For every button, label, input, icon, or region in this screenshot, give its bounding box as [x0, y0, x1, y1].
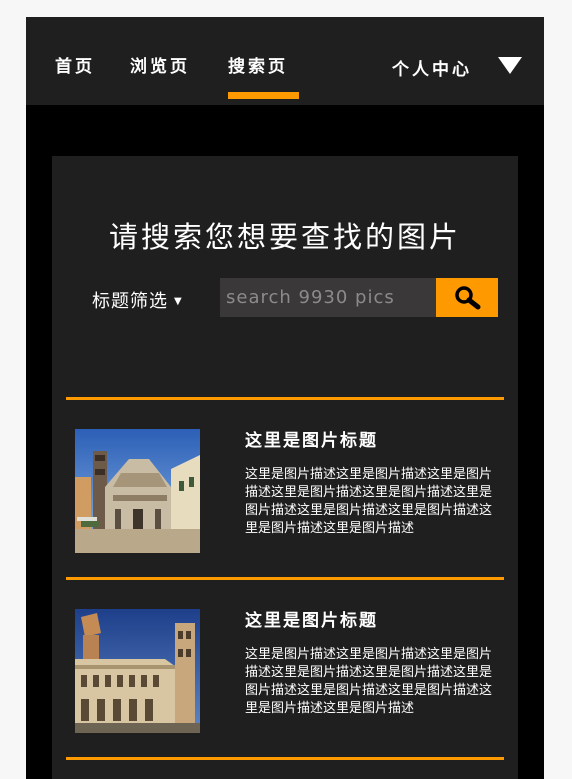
app-frame: 首页 浏览页 搜索页 个人中心 请搜索您想要查找的图片 标题筛选 ▼ searc… [26, 17, 544, 779]
nav-item-browse[interactable]: 浏览页 [130, 52, 190, 77]
user-center-menu[interactable]: 个人中心 [392, 55, 522, 80]
result-divider [66, 757, 504, 760]
result-item[interactable]: 这里是图片标题 这里是图片描述这里是图片描述这里是图片描述这里是图片描述这里是图… [52, 580, 518, 733]
result-thumbnail[interactable] [75, 429, 200, 553]
filter-label: 标题筛选 [92, 291, 168, 312]
result-title[interactable]: 这里是图片标题 [245, 606, 378, 631]
nav-item-search[interactable]: 搜索页 [228, 52, 288, 77]
top-nav: 首页 浏览页 搜索页 个人中心 [26, 17, 544, 105]
magnifier-icon [455, 286, 481, 310]
result-description: 这里是图片描述这里是图片描述这里是图片描述这里是图片描述这里是图片描述这里是图片… [245, 647, 493, 716]
nav-item-home[interactable]: 首页 [55, 52, 95, 77]
result-thumbnail[interactable] [75, 609, 200, 733]
search-button[interactable] [436, 278, 498, 317]
user-center-label: 个人中心 [392, 60, 472, 80]
triangle-down-icon [498, 57, 522, 74]
search-panel: 请搜索您想要查找的图片 标题筛选 ▼ search 9930 pics 这里是图… [52, 156, 518, 779]
caret-down-icon: ▼ [174, 296, 183, 307]
result-item[interactable]: 这里是图片标题 这里是图片描述这里是图片描述这里是图片描述这里是图片描述这里是图… [52, 400, 518, 553]
search-heading: 请搜索您想要查找的图片 [108, 220, 461, 254]
result-title[interactable]: 这里是图片标题 [245, 426, 378, 451]
result-description: 这里是图片描述这里是图片描述这里是图片描述这里是图片描述这里是图片描述这里是图片… [245, 467, 493, 536]
active-tab-indicator [228, 92, 299, 99]
title-filter-dropdown[interactable]: 标题筛选 ▼ [92, 287, 183, 313]
search-input[interactable] [220, 278, 436, 317]
